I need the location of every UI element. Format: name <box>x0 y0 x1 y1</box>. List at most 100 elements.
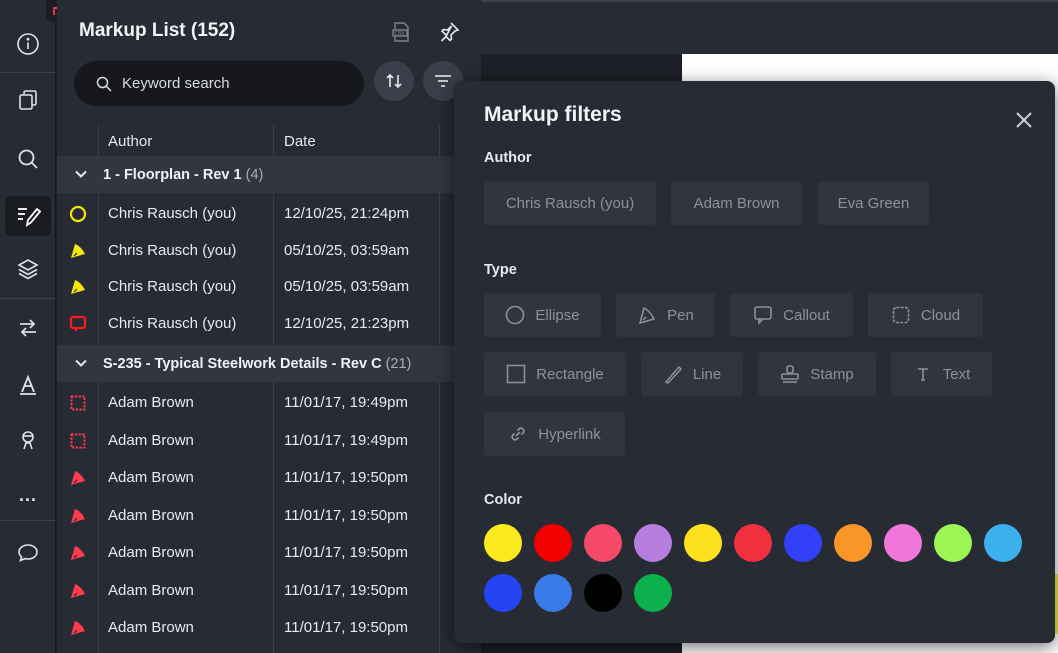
row-author: Chris Rausch (you) <box>108 205 237 222</box>
callout-icon <box>69 315 87 333</box>
search-icon <box>96 76 112 92</box>
type-filter-chip[interactable]: Rectangle <box>484 352 626 396</box>
panel-title: Markup List (152) <box>79 20 236 41</box>
type-chip-label: Cloud <box>920 306 961 324</box>
user-icon[interactable] <box>5 420 51 460</box>
color-swatch[interactable] <box>684 524 722 562</box>
table-row[interactable]: Chris Rausch (you) 12/10/25, 21:23pm <box>57 305 481 342</box>
color-swatch[interactable] <box>534 524 572 562</box>
markup-list-panel: Markup List (152) CSV Keyword search Aut… <box>57 0 481 653</box>
author-chip-label: Chris Rausch (you) <box>505 194 635 212</box>
row-date: 11/01/17, 19:49pm <box>284 431 408 449</box>
table-row[interactable]: Chris Rausch (you) 05/10/25, 03:59am <box>57 232 481 269</box>
compare-icon[interactable] <box>5 308 51 348</box>
row-date: 12/10/25, 21:24pm <box>284 205 410 222</box>
cloud-icon <box>69 432 87 450</box>
row-date: 11/01/17, 19:50pm <box>284 506 408 524</box>
hyperlink-icon <box>508 424 528 444</box>
color-swatch[interactable] <box>534 574 572 612</box>
row-author: Adam Brown <box>108 469 194 486</box>
table-row[interactable]: Chris Rausch (you) 05/10/25, 03:59am <box>57 268 481 305</box>
color-swatch[interactable] <box>734 524 772 562</box>
row-date: 11/01/17, 19:50pm <box>284 581 408 599</box>
table-row[interactable]: Chris Rausch (you) 12/10/25, 21:24pm <box>57 195 481 232</box>
column-header-author[interactable]: Author <box>108 133 152 150</box>
type-filter-chip[interactable]: Callout <box>730 293 853 337</box>
line-icon <box>663 364 683 384</box>
more-icon[interactable]: ... <box>5 475 51 515</box>
color-swatch[interactable] <box>834 524 872 562</box>
cloud-icon <box>69 394 87 412</box>
chevron-down-icon[interactable] <box>74 167 88 186</box>
search-input[interactable]: Keyword search <box>74 61 364 106</box>
table-row[interactable]: Adam Brown 11/01/17, 19:50pm <box>57 572 481 609</box>
cloud-icon <box>891 305 911 325</box>
color-swatch[interactable] <box>584 524 622 562</box>
type-filter-chip[interactable]: Line <box>641 352 743 396</box>
color-swatch[interactable] <box>634 574 672 612</box>
table-row[interactable]: Adam Brown 11/01/17, 19:49pm <box>57 384 481 421</box>
row-date: 05/10/25, 03:59am <box>284 241 410 259</box>
row-date: 11/01/17, 19:50pm <box>284 619 408 636</box>
color-swatch[interactable] <box>484 574 522 612</box>
group-header[interactable]: 1 - Floorplan - Rev 1 (4) <box>57 156 481 193</box>
type-chip-label: Stamp <box>810 365 854 383</box>
color-swatch[interactable] <box>984 524 1022 562</box>
author-section-label: Author <box>484 150 532 166</box>
color-swatch[interactable] <box>484 524 522 562</box>
color-section-label: Color <box>484 492 522 508</box>
text-style-icon[interactable] <box>5 365 51 405</box>
color-swatch[interactable] <box>784 524 822 562</box>
table-row[interactable]: Adam Brown 11/01/17, 19:50pm <box>57 497 481 534</box>
row-author: Adam Brown <box>108 431 194 449</box>
rectangle-icon <box>506 364 526 384</box>
type-filter-chip[interactable]: Pen <box>616 293 715 337</box>
author-filter-chip[interactable]: Eva Green <box>818 181 929 225</box>
color-swatch[interactable] <box>884 524 922 562</box>
column-header-date[interactable]: Date <box>284 133 316 150</box>
close-icon[interactable] <box>1014 110 1034 130</box>
table-row[interactable]: Adam Brown 11/01/17, 19:50pm <box>57 609 481 646</box>
type-filter-chip[interactable]: Hyperlink <box>484 412 625 456</box>
pen-icon <box>69 278 87 296</box>
type-filter-chip[interactable]: Text <box>891 352 992 396</box>
type-filter-chip[interactable]: Ellipse <box>484 293 601 337</box>
search-placeholder: Keyword search <box>122 75 230 92</box>
comments-icon[interactable] <box>5 533 51 573</box>
type-filter-chip[interactable]: Cloud <box>868 293 983 337</box>
table-row[interactable]: Adam Brown 11/01/17, 19:50pm <box>57 459 481 496</box>
author-chip-label: Adam Brown <box>693 194 780 212</box>
type-chip-label: Line <box>692 365 722 383</box>
pen-icon <box>69 469 87 487</box>
pen-icon <box>637 305 657 325</box>
stamp-icon <box>780 364 800 384</box>
markup-table: Author Date 1 - Floorplan - Rev 1 (4) Chr… <box>57 125 481 653</box>
row-author: Adam Brown <box>108 581 194 599</box>
table-row[interactable]: Adam Brown 11/01/17, 19:50pm <box>57 534 481 571</box>
color-swatch[interactable] <box>584 574 622 612</box>
pin-icon[interactable] <box>435 18 463 46</box>
search-icon[interactable] <box>5 139 51 179</box>
group-header[interactable]: S-235 - Typical Steelwork Details - Rev … <box>57 345 481 382</box>
pages-icon[interactable] <box>5 80 51 120</box>
type-filter-chip[interactable]: Stamp <box>758 352 876 396</box>
export-csv-icon[interactable]: CSV <box>387 18 415 46</box>
sort-button[interactable] <box>374 61 414 101</box>
layers-icon[interactable] <box>5 249 51 289</box>
callout-icon <box>753 305 773 325</box>
author-filter-chip[interactable]: Adam Brown <box>671 181 802 225</box>
pen-icon <box>69 242 87 260</box>
group-count: (21) <box>385 355 412 372</box>
markup-icon[interactable] <box>5 196 51 236</box>
info-icon[interactable] <box>5 24 51 64</box>
type-chip-label: Text <box>942 365 971 383</box>
color-swatch[interactable] <box>934 524 972 562</box>
type-section-label: Type <box>484 262 517 278</box>
chevron-down-icon[interactable] <box>74 356 88 375</box>
table-row[interactable]: Adam Brown 11/01/17, 19:49pm <box>57 422 481 459</box>
color-swatch[interactable] <box>634 524 672 562</box>
author-filter-chip[interactable]: Chris Rausch (you) <box>484 181 656 225</box>
row-author: Adam Brown <box>108 394 194 411</box>
pen-icon <box>69 544 87 562</box>
row-date: 11/01/17, 19:50pm <box>284 544 408 561</box>
